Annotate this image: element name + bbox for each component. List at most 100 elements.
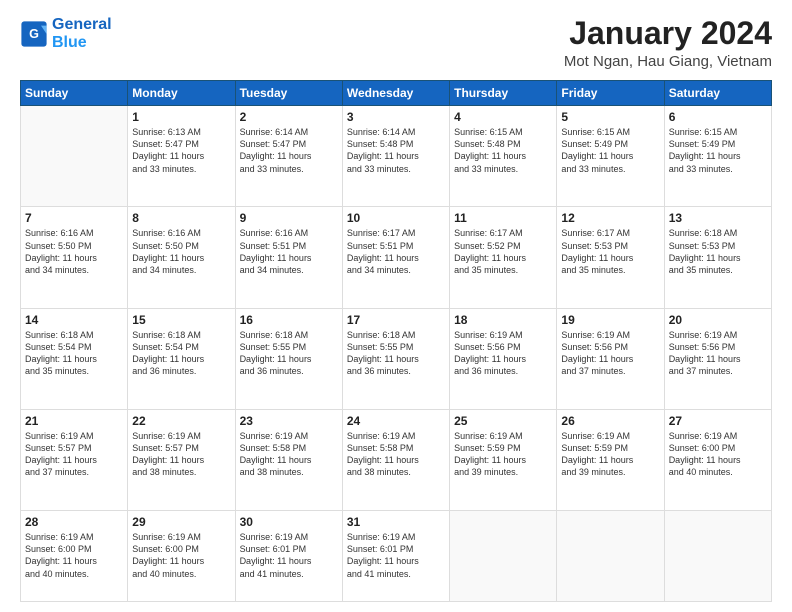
day-number: 17 — [347, 313, 445, 327]
calendar-cell: 19 Sunrise: 6:19 AM Sunset: 5:56 PM Dayli… — [557, 308, 664, 409]
day-info: Sunrise: 6:19 AM Sunset: 6:01 PM Dayligh… — [240, 531, 338, 580]
day-number: 14 — [25, 313, 123, 327]
day-number: 4 — [454, 110, 552, 124]
calendar-cell: 18 Sunrise: 6:19 AM Sunset: 5:56 PM Dayli… — [450, 308, 557, 409]
calendar-cell: 22Sunrise: 6:19 AM Sunset: 5:57 PM Dayli… — [128, 409, 235, 510]
day-info: Sunrise: 6:14 AM Sunset: 5:48 PM Dayligh… — [347, 126, 445, 175]
day-info: Sunrise: 6:19 AM Sunset: 5:58 PM Dayligh… — [347, 430, 445, 479]
header-thursday: Thursday — [450, 81, 557, 106]
week-row-0: 1 Sunrise: 6:13 AM Sunset: 5:47 PM Daylig… — [21, 106, 772, 207]
day-number: 15 — [132, 313, 230, 327]
calendar-cell: 4 Sunrise: 6:15 AM Sunset: 5:48 PM Daylig… — [450, 106, 557, 207]
calendar-cell: 1 Sunrise: 6:13 AM Sunset: 5:47 PM Daylig… — [128, 106, 235, 207]
day-info: Sunrise: 6:18 AM Sunset: 5:54 PM Dayligh… — [25, 329, 123, 378]
weekday-header-row: Sunday Monday Tuesday Wednesday Thursday… — [21, 81, 772, 106]
day-number: 26 — [561, 414, 659, 428]
day-number: 20 — [669, 313, 767, 327]
day-info: Sunrise: 6:17 AM Sunset: 5:52 PM Dayligh… — [454, 227, 552, 276]
day-number: 30 — [240, 515, 338, 529]
day-info: Sunrise: 6:16 AM Sunset: 5:51 PM Dayligh… — [240, 227, 338, 276]
day-info: Sunrise: 6:19 AM Sunset: 5:58 PM Dayligh… — [240, 430, 338, 479]
calendar-cell: 6 Sunrise: 6:15 AM Sunset: 5:49 PM Daylig… — [664, 106, 771, 207]
calendar-cell: 8 Sunrise: 6:16 AM Sunset: 5:50 PM Daylig… — [128, 207, 235, 308]
calendar-cell: 16 Sunrise: 6:18 AM Sunset: 5:55 PM Dayli… — [235, 308, 342, 409]
day-number: 2 — [240, 110, 338, 124]
calendar-cell: 27 Sunrise: 6:19 AM Sunset: 6:00 PM Dayli… — [664, 409, 771, 510]
header-friday: Friday — [557, 81, 664, 106]
month-title: January 2024 — [564, 16, 772, 51]
day-number: 25 — [454, 414, 552, 428]
calendar-cell: 11 Sunrise: 6:17 AM Sunset: 5:52 PM Dayli… — [450, 207, 557, 308]
day-number: 18 — [454, 313, 552, 327]
day-number: 12 — [561, 211, 659, 225]
location: Mot Ngan, Hau Giang, Vietnam — [564, 53, 772, 70]
page: G General Blue January 2024 Mot Ngan, Ha… — [0, 0, 792, 612]
calendar-cell: 2Sunrise: 6:14 AM Sunset: 5:47 PM Daylig… — [235, 106, 342, 207]
logo-text: General Blue — [52, 16, 112, 51]
day-number: 29 — [132, 515, 230, 529]
day-info: Sunrise: 6:19 AM Sunset: 6:00 PM Dayligh… — [669, 430, 767, 479]
day-number: 28 — [25, 515, 123, 529]
day-info: Sunrise: 6:18 AM Sunset: 5:53 PM Dayligh… — [669, 227, 767, 276]
day-number: 13 — [669, 211, 767, 225]
day-info: Sunrise: 6:17 AM Sunset: 5:51 PM Dayligh… — [347, 227, 445, 276]
title-block: January 2024 Mot Ngan, Hau Giang, Vietna… — [564, 16, 772, 70]
svg-text:G: G — [29, 27, 39, 41]
day-info: Sunrise: 6:17 AM Sunset: 5:53 PM Dayligh… — [561, 227, 659, 276]
calendar-cell: 24 Sunrise: 6:19 AM Sunset: 5:58 PM Dayli… — [342, 409, 449, 510]
day-info: Sunrise: 6:19 AM Sunset: 5:59 PM Dayligh… — [561, 430, 659, 479]
calendar-cell: 13 Sunrise: 6:18 AM Sunset: 5:53 PM Dayli… — [664, 207, 771, 308]
day-info: Sunrise: 6:19 AM Sunset: 5:57 PM Dayligh… — [25, 430, 123, 479]
day-info: Sunrise: 6:15 AM Sunset: 5:48 PM Dayligh… — [454, 126, 552, 175]
day-info: Sunrise: 6:19 AM Sunset: 5:56 PM Dayligh… — [669, 329, 767, 378]
calendar-cell: 20 Sunrise: 6:19 AM Sunset: 5:56 PM Dayli… — [664, 308, 771, 409]
header-saturday: Saturday — [664, 81, 771, 106]
calendar: Sunday Monday Tuesday Wednesday Thursday… — [20, 80, 772, 602]
calendar-cell: 29Sunrise: 6:19 AM Sunset: 6:00 PM Dayli… — [128, 511, 235, 602]
day-number: 27 — [669, 414, 767, 428]
calendar-cell: 14 Sunrise: 6:18 AM Sunset: 5:54 PM Dayli… — [21, 308, 128, 409]
day-info: Sunrise: 6:19 AM Sunset: 5:57 PM Dayligh… — [132, 430, 230, 479]
week-row-2: 14 Sunrise: 6:18 AM Sunset: 5:54 PM Dayli… — [21, 308, 772, 409]
day-info: Sunrise: 6:18 AM Sunset: 5:54 PM Dayligh… — [132, 329, 230, 378]
day-number: 19 — [561, 313, 659, 327]
calendar-table: Sunday Monday Tuesday Wednesday Thursday… — [20, 80, 772, 602]
day-number: 1 — [132, 110, 230, 124]
day-number: 11 — [454, 211, 552, 225]
day-info: Sunrise: 6:18 AM Sunset: 5:55 PM Dayligh… — [240, 329, 338, 378]
calendar-cell: 25 Sunrise: 6:19 AM Sunset: 5:59 PM Dayli… — [450, 409, 557, 510]
day-info: Sunrise: 6:19 AM Sunset: 5:56 PM Dayligh… — [561, 329, 659, 378]
day-info: Sunrise: 6:19 AM Sunset: 5:59 PM Dayligh… — [454, 430, 552, 479]
day-info: Sunrise: 6:16 AM Sunset: 5:50 PM Dayligh… — [25, 227, 123, 276]
header-wednesday: Wednesday — [342, 81, 449, 106]
calendar-cell: 10Sunrise: 6:17 AM Sunset: 5:51 PM Dayli… — [342, 207, 449, 308]
day-info: Sunrise: 6:19 AM Sunset: 6:00 PM Dayligh… — [25, 531, 123, 580]
calendar-cell: 28 Sunrise: 6:19 AM Sunset: 6:00 PM Dayli… — [21, 511, 128, 602]
day-number: 8 — [132, 211, 230, 225]
day-info: Sunrise: 6:19 AM Sunset: 6:01 PM Dayligh… — [347, 531, 445, 580]
calendar-cell: 21 Sunrise: 6:19 AM Sunset: 5:57 PM Dayli… — [21, 409, 128, 510]
day-number: 24 — [347, 414, 445, 428]
day-number: 5 — [561, 110, 659, 124]
day-info: Sunrise: 6:13 AM Sunset: 5:47 PM Dayligh… — [132, 126, 230, 175]
day-info: Sunrise: 6:15 AM Sunset: 5:49 PM Dayligh… — [669, 126, 767, 175]
calendar-cell: 15 Sunrise: 6:18 AM Sunset: 5:54 PM Dayli… — [128, 308, 235, 409]
day-number: 16 — [240, 313, 338, 327]
calendar-cell: 30 Sunrise: 6:19 AM Sunset: 6:01 PM Dayli… — [235, 511, 342, 602]
calendar-cell — [664, 511, 771, 602]
day-info: Sunrise: 6:19 AM Sunset: 5:56 PM Dayligh… — [454, 329, 552, 378]
header: G General Blue January 2024 Mot Ngan, Ha… — [20, 16, 772, 70]
day-number: 23 — [240, 414, 338, 428]
day-number: 9 — [240, 211, 338, 225]
day-number: 21 — [25, 414, 123, 428]
calendar-cell: 17Sunrise: 6:18 AM Sunset: 5:55 PM Dayli… — [342, 308, 449, 409]
week-row-1: 7Sunrise: 6:16 AM Sunset: 5:50 PM Daylig… — [21, 207, 772, 308]
calendar-cell — [450, 511, 557, 602]
header-sunday: Sunday — [21, 81, 128, 106]
day-info: Sunrise: 6:16 AM Sunset: 5:50 PM Dayligh… — [132, 227, 230, 276]
logo: G General Blue — [20, 16, 112, 51]
calendar-cell: 7Sunrise: 6:16 AM Sunset: 5:50 PM Daylig… — [21, 207, 128, 308]
day-number: 6 — [669, 110, 767, 124]
header-monday: Monday — [128, 81, 235, 106]
calendar-cell — [21, 106, 128, 207]
